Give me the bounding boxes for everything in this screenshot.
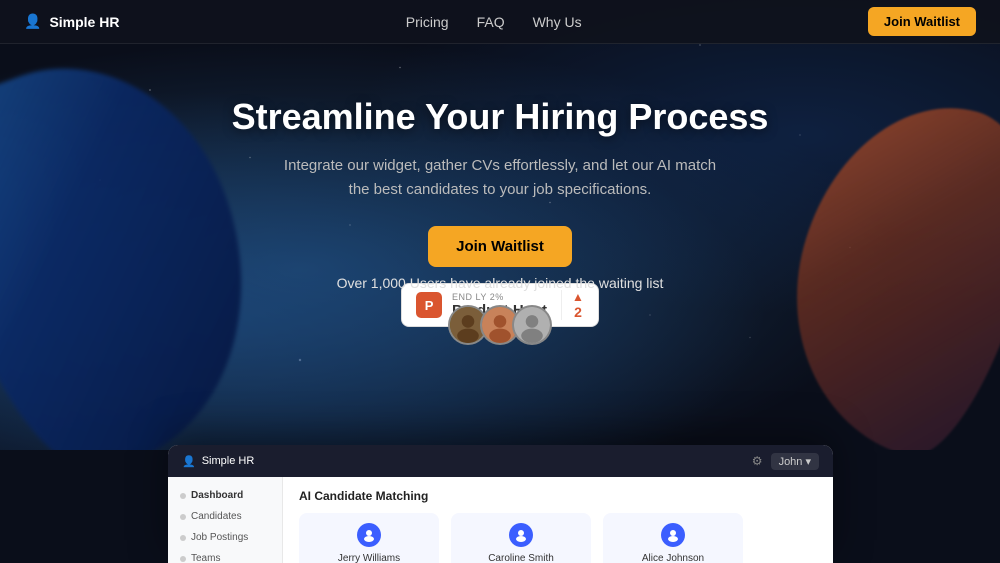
candidate-card-3[interactable]: Alice Johnson <box>603 513 743 563</box>
candidate-name-3: Alice Johnson <box>642 553 704 563</box>
candidate-icon-3 <box>661 523 685 547</box>
avatar-3-image <box>514 305 550 345</box>
sidebar-dot-icon <box>180 493 186 499</box>
sidebar-item-dashboard[interactable]: Dashboard <box>168 485 282 506</box>
sidebar-dot-icon <box>180 535 186 541</box>
nav-link-why-us[interactable]: Why Us <box>533 14 582 30</box>
sidebar-label-candidates: Candidates <box>191 511 242 522</box>
sidebar-item-job-postings[interactable]: Job Postings <box>168 527 282 548</box>
sidebar-dot-icon <box>180 514 186 520</box>
candidate-cards: Jerry Williams Caroline Smith Alice John… <box>299 513 817 563</box>
candidate-card-2[interactable]: Caroline Smith <box>451 513 591 563</box>
sidebar-label-job-postings: Job Postings <box>191 532 248 543</box>
dashboard-sidebar: Dashboard Candidates Job Postings Teams <box>168 477 283 563</box>
avatars-group <box>448 305 552 345</box>
dashboard-logo-text: Simple HR <box>202 455 255 467</box>
nav-logo: 👤 Simple HR <box>24 13 119 30</box>
hero-join-waitlist-button[interactable]: Join Waitlist <box>428 226 572 267</box>
dashboard-logo: 👤 Simple HR <box>182 455 254 468</box>
dashboard-header: 👤 Simple HR ⚙ John ▾ <box>168 445 833 477</box>
sidebar-label-dashboard: Dashboard <box>191 490 243 501</box>
dashboard-main: AI Candidate Matching Jerry Williams Car… <box>283 477 833 563</box>
sidebar-item-candidates[interactable]: Candidates <box>168 506 282 527</box>
navbar: 👤 Simple HR Pricing FAQ Why Us Join Wait… <box>0 0 1000 44</box>
section-title: AI Candidate Matching <box>299 489 817 503</box>
hero-subtitle: Integrate our widget, gather CVs effortl… <box>280 154 720 202</box>
candidate-name-2: Caroline Smith <box>488 553 554 563</box>
settings-icon[interactable]: ⚙ <box>752 454 763 468</box>
sidebar-item-teams[interactable]: Teams <box>168 548 282 563</box>
users-count-text: Over 1,000 Users have already joined the… <box>337 275 664 291</box>
dashboard-person-icon: 👤 <box>182 455 196 468</box>
candidate-icon-1 <box>357 523 381 547</box>
nav-link-faq[interactable]: FAQ <box>477 14 505 30</box>
sidebar-dot-icon <box>180 556 186 562</box>
candidate-icon-2 <box>509 523 533 547</box>
nav-links: Pricing FAQ Why Us <box>406 14 582 30</box>
hero-title: Streamline Your Hiring Process <box>232 95 769 138</box>
avatar-3 <box>512 305 552 345</box>
dashboard-preview: 👤 Simple HR ⚙ John ▾ Dashboard Candidate… <box>168 445 833 563</box>
nav-link-pricing[interactable]: Pricing <box>406 14 449 30</box>
nav-join-waitlist-button[interactable]: Join Waitlist <box>868 7 976 36</box>
candidate-name-1: Jerry Williams <box>338 553 400 563</box>
user-menu[interactable]: John ▾ <box>771 453 819 470</box>
person-icon: 👤 <box>24 13 41 30</box>
sidebar-label-teams: Teams <box>191 553 220 563</box>
social-proof-section: Over 1,000 Users have already joined the… <box>0 275 1000 345</box>
candidate-card-1[interactable]: Jerry Williams <box>299 513 439 563</box>
dashboard-body: Dashboard Candidates Job Postings Teams … <box>168 477 833 563</box>
nav-logo-text: Simple HR <box>49 14 119 30</box>
dashboard-actions: ⚙ John ▾ <box>752 453 819 470</box>
